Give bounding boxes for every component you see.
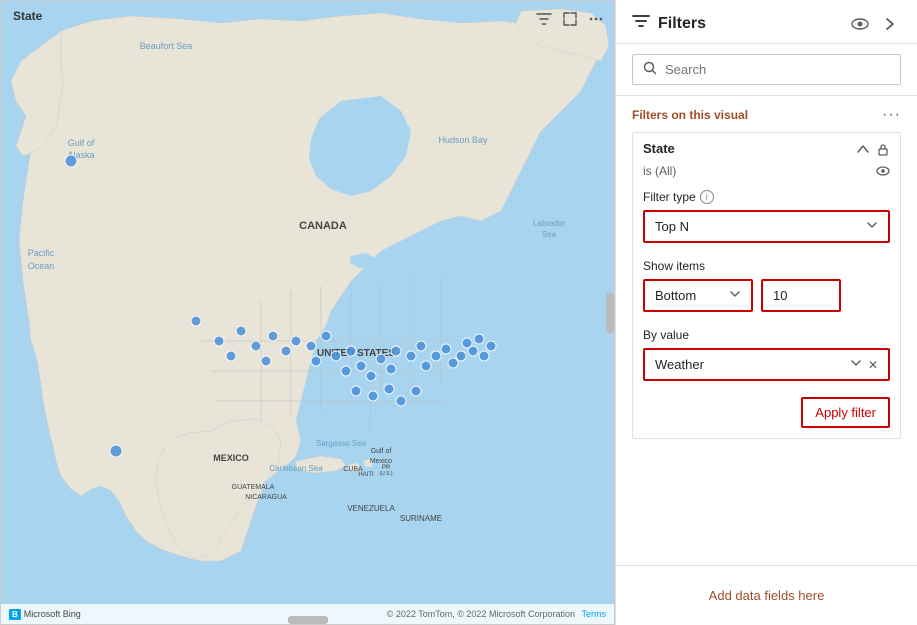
svg-text:Hudson Bay: Hudson Bay bbox=[438, 135, 488, 145]
chevron-right-icon[interactable] bbox=[879, 13, 901, 35]
microsoft-bing-logo: B Microsoft Bing bbox=[9, 609, 81, 620]
svg-text:SURINAME: SURINAME bbox=[400, 514, 442, 523]
svg-text:VENEZUELA: VENEZUELA bbox=[347, 504, 395, 513]
svg-text:Mexico: Mexico bbox=[370, 458, 392, 465]
filter-type-dropdown[interactable]: Top N bbox=[643, 210, 890, 243]
show-items-direction: Bottom bbox=[655, 288, 696, 303]
filter-icon[interactable] bbox=[534, 9, 554, 29]
by-value-clear[interactable]: ✕ bbox=[868, 358, 878, 372]
by-value-field[interactable]: Weather ✕ bbox=[643, 348, 890, 381]
state-filter-card: State is (All) bbox=[632, 132, 901, 439]
svg-text:Gulf of: Gulf of bbox=[68, 138, 95, 148]
show-items-count[interactable]: 10 bbox=[761, 279, 841, 312]
svg-text:Sargasso Sea: Sargasso Sea bbox=[316, 439, 367, 448]
svg-text:Gulf of: Gulf of bbox=[371, 448, 392, 455]
more-options-icon[interactable] bbox=[586, 9, 606, 29]
filter-card-header: State bbox=[633, 133, 900, 164]
map-state-label: State bbox=[13, 9, 42, 23]
by-value-section: By value Weather ✕ bbox=[633, 320, 900, 389]
info-icon[interactable]: i bbox=[700, 190, 714, 204]
search-input[interactable] bbox=[665, 62, 890, 77]
map-panel: State bbox=[0, 0, 615, 625]
add-data-text: Add data fields here bbox=[709, 588, 825, 603]
show-items-chevron bbox=[729, 288, 741, 303]
lock-icon[interactable] bbox=[876, 142, 890, 156]
eye-icon[interactable] bbox=[849, 13, 871, 35]
expand-icon[interactable] bbox=[560, 9, 580, 29]
by-value-text: Weather bbox=[655, 357, 704, 372]
state-filter-actions bbox=[876, 164, 890, 178]
search-container bbox=[616, 44, 917, 96]
filters-title-area: Filters bbox=[632, 12, 841, 35]
filters-header-actions bbox=[849, 13, 901, 35]
by-value-actions: ✕ bbox=[850, 357, 878, 372]
show-items-section: Show items Bottom 10 bbox=[633, 251, 900, 320]
chevron-up-icon[interactable] bbox=[856, 142, 870, 156]
svg-text:GUATEMALA: GUATEMALA bbox=[232, 484, 275, 491]
search-box[interactable] bbox=[632, 54, 901, 85]
filter-type-label: Filter type i bbox=[643, 190, 890, 204]
svg-text:Ocean: Ocean bbox=[28, 261, 55, 271]
svg-text:HAITI: HAITI bbox=[358, 472, 374, 478]
svg-text:(U.S.): (U.S.) bbox=[379, 471, 392, 477]
svg-text:Caribbean Sea: Caribbean Sea bbox=[269, 464, 323, 473]
state-filter-subtitle-row: is (All) bbox=[633, 164, 900, 182]
show-items-dropdown[interactable]: Bottom bbox=[643, 279, 753, 312]
filter-type-chevron bbox=[866, 219, 878, 234]
svg-text:Beaufort Sea: Beaufort Sea bbox=[140, 41, 193, 51]
state-filter-subtitle: is (All) bbox=[643, 164, 676, 178]
svg-text:Sea: Sea bbox=[542, 230, 557, 239]
resize-handle-right[interactable] bbox=[606, 293, 614, 333]
by-value-chevron[interactable] bbox=[850, 357, 862, 372]
resize-handle-bottom[interactable] bbox=[288, 616, 328, 624]
svg-text:Pacific: Pacific bbox=[28, 248, 55, 258]
by-value-label: By value bbox=[643, 328, 890, 342]
map-container: CANADA UNITED STATES MEXICO Pacific Ocea… bbox=[1, 1, 614, 604]
section-title: Filters on this visual bbox=[632, 108, 748, 122]
filters-panel-title: Filters bbox=[658, 15, 706, 33]
map-toolbar bbox=[534, 9, 606, 29]
filter-type-value: Top N bbox=[655, 219, 689, 234]
map-copyright: © 2022 TomTom, © 2022 Microsoft Corporat… bbox=[387, 609, 606, 619]
visibility-icon[interactable] bbox=[876, 164, 890, 178]
filter-card-actions bbox=[856, 142, 890, 156]
svg-text:CANADA: CANADA bbox=[299, 220, 347, 232]
filters-header: Filters bbox=[616, 0, 917, 44]
svg-text:MEXICO: MEXICO bbox=[213, 453, 249, 463]
filter-panel-icon bbox=[632, 12, 650, 35]
add-data-section[interactable]: Add data fields here bbox=[616, 565, 917, 625]
state-filter-title: State bbox=[643, 141, 675, 156]
show-items-label: Show items bbox=[643, 259, 890, 273]
svg-text:Labrador: Labrador bbox=[533, 219, 565, 228]
section-more-icon[interactable]: ··· bbox=[882, 106, 901, 124]
search-icon bbox=[643, 61, 657, 78]
section-header: Filters on this visual ··· bbox=[632, 96, 901, 132]
show-items-row: Bottom 10 bbox=[643, 279, 890, 312]
filters-panel: Filters bbox=[615, 0, 917, 625]
apply-filter-button[interactable]: Apply filter bbox=[801, 397, 890, 428]
svg-text:NICARAGUA: NICARAGUA bbox=[245, 494, 287, 501]
filter-type-section: Filter type i Top N bbox=[633, 182, 900, 251]
apply-filter-section: Apply filter bbox=[633, 389, 900, 438]
visual-filters-section: Filters on this visual ··· State bbox=[616, 96, 917, 565]
